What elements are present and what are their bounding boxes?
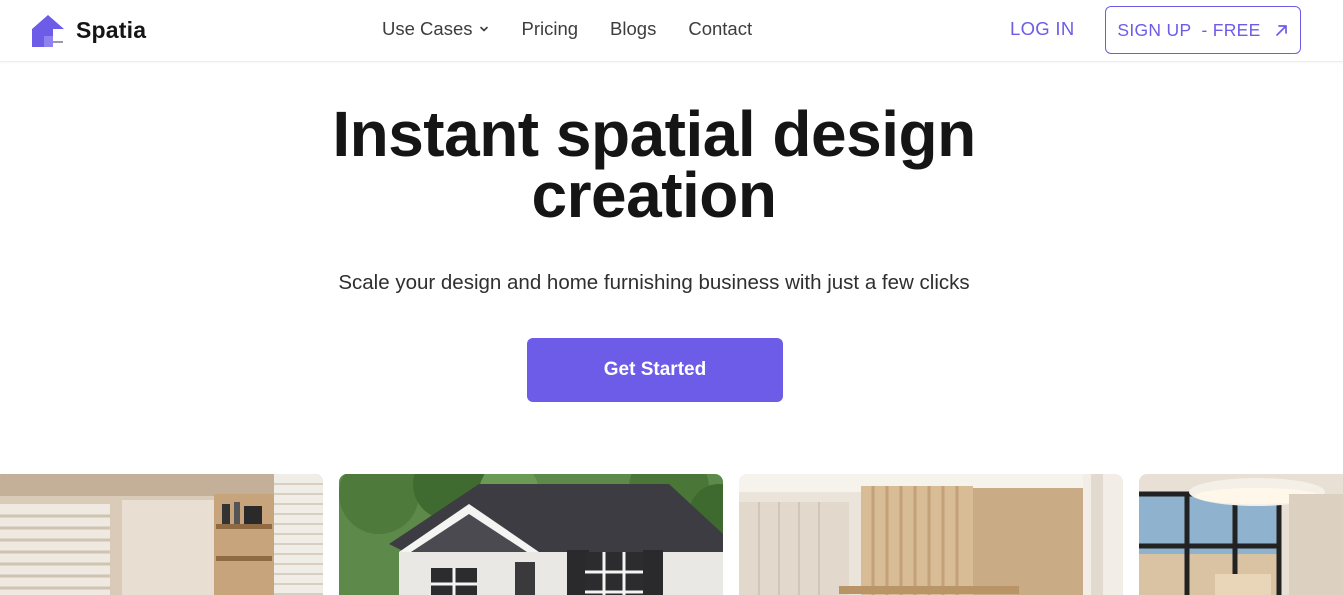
nav-pricing[interactable]: Pricing: [521, 18, 578, 40]
brand-name: Spatia: [76, 16, 147, 43]
main-nav: Use Cases Pricing Blogs Contact: [382, 18, 752, 40]
signup-button[interactable]: SIGN UP - FREE: [1105, 6, 1301, 54]
house-exterior-image: [339, 474, 723, 595]
hero-subtitle: Scale your design and home furnishing bu…: [338, 271, 970, 294]
nav-blogs[interactable]: Blogs: [610, 18, 656, 40]
hero-title: Instant spatial design creation: [271, 102, 1037, 227]
login-link[interactable]: LOG IN: [1010, 18, 1075, 40]
gallery-image-interior-window[interactable]: [1139, 474, 1343, 595]
gallery-image-house-exterior[interactable]: [339, 474, 723, 595]
gallery-image-interior-shelves[interactable]: [0, 474, 323, 595]
signup-label: SIGN UP - FREE: [1117, 19, 1261, 40]
interior-window-image: [1139, 474, 1343, 595]
nav-use-cases[interactable]: Use Cases: [382, 18, 489, 40]
site-header: Spatia Use Cases Pricing Blogs Contact L…: [0, 0, 1343, 62]
get-started-button[interactable]: Get Started: [527, 338, 783, 402]
nav-use-cases-label: Use Cases: [382, 18, 473, 39]
house-logo-icon: [32, 15, 64, 47]
hero-title-line2: creation: [531, 159, 777, 231]
gallery-image-interior-wood[interactable]: [739, 474, 1123, 595]
chevron-down-icon: [480, 26, 489, 32]
nav-contact[interactable]: Contact: [688, 18, 752, 40]
interior-wood-image: [739, 474, 1123, 595]
interior-room-image: [0, 474, 323, 595]
brand-logo[interactable]: Spatia: [31, 12, 146, 48]
arrow-up-right-icon: [1275, 24, 1287, 36]
